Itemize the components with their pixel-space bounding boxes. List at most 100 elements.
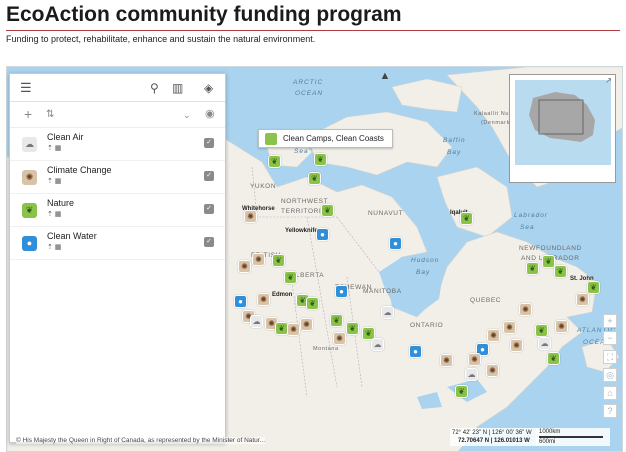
climate-change-marker[interactable]: ✺	[576, 293, 589, 306]
nature-marker[interactable]: ❦	[268, 155, 281, 168]
climate-change-marker[interactable]: ✺	[300, 318, 313, 331]
clean-water-marker[interactable]: ●	[335, 285, 348, 298]
climate-change-marker[interactable]: ✺	[244, 210, 257, 223]
leaf-icon: ❦	[22, 203, 37, 218]
layer-visibility-checkbox[interactable]: ✓	[204, 237, 214, 247]
globe-icon: ✺	[22, 170, 37, 185]
clean-air-marker[interactable]: ☁	[250, 315, 263, 328]
fullscreen-button[interactable]: ⛶	[603, 350, 617, 364]
water-label: Sea	[520, 224, 535, 231]
layer-item-climate-change[interactable]: ✺ Climate Change ⇡ ▦ ✓	[10, 161, 225, 194]
clean-water-marker[interactable]: ●	[409, 345, 422, 358]
scale-label-km: 1000km	[539, 429, 561, 435]
zoom-out-button[interactable]: −	[603, 331, 617, 345]
leaf-icon	[265, 133, 277, 145]
overview-canada-shape	[529, 92, 595, 142]
clean-air-marker[interactable]: ☁	[381, 306, 394, 319]
nature-marker[interactable]: ❦	[547, 352, 560, 365]
city-label: Edmon	[272, 292, 293, 298]
nature-marker[interactable]: ❦	[314, 153, 327, 166]
scale-bar: 1000km 600mi	[536, 428, 610, 446]
page-description: Funding to protect, rehabilitate, enhanc…	[6, 34, 316, 44]
basemap-icon[interactable]: ▥	[172, 81, 183, 95]
layer-name: Clean Air	[47, 132, 84, 142]
region-label: NUNAVUT	[368, 210, 404, 217]
climate-change-marker[interactable]: ✺	[440, 354, 453, 367]
climate-change-marker[interactable]: ✺	[252, 253, 265, 266]
nature-marker[interactable]: ❦	[308, 172, 321, 185]
climate-change-marker[interactable]: ✺	[503, 321, 516, 334]
nature-marker[interactable]: ❦	[330, 314, 343, 327]
visibility-icon[interactable]: ◉	[205, 107, 215, 121]
water-label: Labrador	[514, 212, 549, 219]
add-layer-icon[interactable]: +	[24, 107, 32, 121]
nature-marker[interactable]: ❦	[554, 265, 567, 278]
water-label: ARCTIC	[293, 79, 324, 86]
nature-marker[interactable]: ❦	[542, 255, 555, 268]
layer-item-clean-air[interactable]: ☁ Clean Air ⇡ ▦ ✓	[10, 128, 225, 161]
layers-panel: ☰ ⚲ ▥ ◈ + ⇅ ⌄ ◉ ☁ Clean Air ⇡ ▦ ✓ ✺ Clim…	[9, 73, 226, 443]
layer-visibility-checkbox[interactable]: ✓	[204, 138, 214, 148]
nature-marker[interactable]: ❦	[587, 281, 600, 294]
climate-change-marker[interactable]: ✺	[486, 364, 499, 377]
map-tooltip: Clean Camps, Clean Coasts	[258, 129, 393, 148]
nature-marker[interactable]: ❦	[284, 271, 297, 284]
layer-name: Clean Water	[47, 231, 97, 241]
nature-marker[interactable]: ❦	[460, 212, 473, 225]
climate-change-marker[interactable]: ✺	[510, 339, 523, 352]
clean-air-marker[interactable]: ☁	[465, 368, 478, 381]
page-title: EcoAction community funding program	[6, 3, 402, 26]
layer-visibility-checkbox[interactable]: ✓	[204, 204, 214, 214]
help-button[interactable]: ?	[603, 404, 617, 418]
climate-change-marker[interactable]: ✺	[238, 260, 251, 273]
clean-air-marker[interactable]: ☁	[538, 337, 551, 350]
climate-change-marker[interactable]: ✺	[519, 303, 532, 316]
coordinates-dms: 72° 42' 23" N | 126° 00' 36" W	[452, 430, 532, 436]
nature-marker[interactable]: ❦	[272, 254, 285, 267]
menu-icon[interactable]: ☰	[20, 81, 32, 95]
nature-marker[interactable]: ❦	[455, 385, 468, 398]
nature-marker[interactable]: ❦	[306, 297, 319, 310]
zoom-in-button[interactable]: +	[603, 314, 617, 328]
title-divider	[6, 30, 620, 31]
nature-marker[interactable]: ❦	[321, 204, 334, 217]
reorder-icon[interactable]: ⇅	[46, 108, 54, 122]
chevron-down-icon[interactable]: ⌄	[183, 108, 191, 122]
nature-marker[interactable]: ❦	[535, 324, 548, 337]
water-label: Bay	[416, 269, 431, 276]
climate-change-marker[interactable]: ✺	[555, 320, 568, 333]
cloud-icon: ☁	[22, 137, 37, 152]
nature-marker[interactable]: ❦	[526, 262, 539, 275]
layer-item-nature[interactable]: ❦ Nature ⇡ ▦ ✓	[10, 194, 225, 227]
region-label: YUKON	[250, 183, 277, 190]
water-label: Bay	[447, 149, 462, 156]
layer-sub-icons: ⇡ ▦	[47, 211, 62, 218]
layer-visibility-checkbox[interactable]: ✓	[204, 171, 214, 181]
layer-name: Climate Change	[47, 165, 112, 175]
panel-appbar: ☰ ⚲ ▥ ◈	[10, 74, 225, 102]
climate-change-marker[interactable]: ✺	[287, 323, 300, 336]
clean-water-marker[interactable]: ●	[389, 237, 402, 250]
region-label: MANITOBA	[363, 288, 402, 295]
map-attribution: © His Majesty the Queen in Right of Cana…	[16, 437, 266, 444]
home-button[interactable]: ⌂	[603, 386, 617, 400]
nature-marker[interactable]: ❦	[346, 322, 359, 335]
overview-map-view	[515, 80, 611, 165]
climate-change-marker[interactable]: ✺	[333, 332, 346, 345]
layer-sub-icons: ⇡ ▦	[47, 145, 62, 152]
layers-icon[interactable]: ◈	[204, 81, 213, 95]
city-label: Yellowknife	[285, 228, 318, 234]
collapse-overview-icon[interactable]: ↗	[605, 76, 612, 85]
water-label: Sea	[294, 148, 309, 155]
geolocate-button[interactable]: ◎	[603, 368, 617, 382]
clean-air-marker[interactable]: ☁	[371, 338, 384, 351]
climate-change-marker[interactable]: ✺	[257, 293, 270, 306]
clean-water-marker[interactable]: ●	[316, 228, 329, 241]
clean-water-marker[interactable]: ●	[234, 295, 247, 308]
layer-item-clean-water[interactable]: ● Clean Water ⇡ ▦ ✓	[10, 227, 225, 260]
overview-map[interactable]: ↗	[509, 74, 616, 183]
search-icon[interactable]: ⚲	[150, 81, 159, 95]
climate-change-marker[interactable]: ✺	[468, 353, 481, 366]
climate-change-marker[interactable]: ✺	[487, 329, 500, 342]
region-label: QUEBEC	[470, 297, 502, 304]
